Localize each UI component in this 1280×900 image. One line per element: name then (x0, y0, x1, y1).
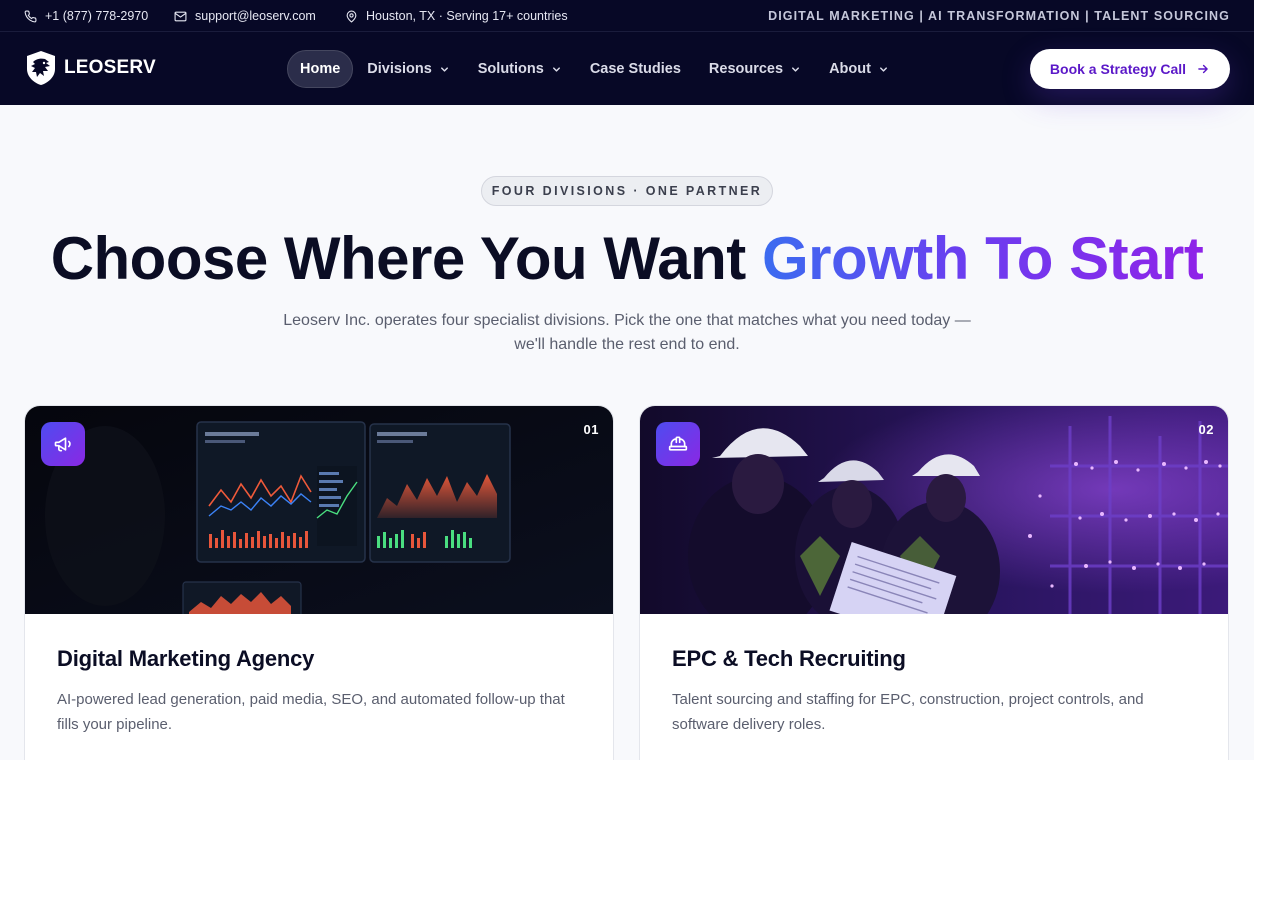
card-icon-badge (41, 422, 85, 466)
chevron-down-icon (552, 66, 560, 72)
phone-contact[interactable]: +1 (877) 778-2970 (24, 0, 148, 32)
email-contact[interactable]: support@leoserv.com (174, 0, 316, 32)
arrow-right-icon (1198, 64, 1208, 74)
nav-item-home[interactable]: Home (287, 50, 354, 88)
section-eyebrow-badge: FOUR DIVISIONS · ONE PARTNER (481, 176, 773, 206)
book-strategy-call-button[interactable]: Book a Strategy Call (1030, 49, 1230, 89)
chevron-down-icon (879, 66, 887, 72)
card-number: 02 (1198, 422, 1214, 437)
nav-item-label: Solutions (477, 61, 544, 77)
division-card-epc-tech-recruiting[interactable]: 02 EPC & Tech Recruiting Talent sourcing… (639, 405, 1229, 760)
nav-item-label: Resources (708, 61, 784, 77)
nav-item-divisions[interactable]: Divisions (353, 50, 463, 88)
card-title: EPC & Tech Recruiting (672, 646, 906, 671)
logo-text: LEOSERV (64, 57, 156, 78)
hard-hat-icon (668, 436, 688, 451)
email-address: support@leoserv.com (195, 9, 316, 23)
card-number: 01 (583, 422, 599, 437)
top-utility-bar: +1 (877) 778-2970 support@leoserv.com Ho… (0, 0, 1254, 32)
nav-item-about[interactable]: About (815, 50, 903, 88)
phone-icon (24, 10, 37, 22)
card-description: AI-powered lead generation, paid media, … (57, 691, 565, 733)
page-viewport: +1 (877) 778-2970 support@leoserv.com Ho… (0, 0, 1254, 760)
nav-item-label: Home (300, 61, 341, 77)
nav-item-label: About (829, 61, 871, 77)
chevron-down-icon (792, 66, 800, 72)
card-image-construction-engineers: 02 (640, 406, 1228, 614)
division-card-digital-marketing[interactable]: 01 Digital Marketing Agency AI-powered l… (24, 405, 614, 760)
mail-icon (174, 11, 187, 21)
section-subtitle: Leoserv Inc. operates four specialist di… (283, 312, 971, 353)
nav-item-case-studies[interactable]: Case Studies (576, 50, 695, 88)
location-info: Houston, TX · Serving 17+ countries (345, 0, 568, 32)
card-image-analytics-dashboard: 01 (25, 406, 613, 614)
topbar-tagline: DIGITAL MARKETING | AI TRANSFORMATION | … (768, 9, 1230, 23)
location-text: Houston, TX · Serving 17+ countries (366, 9, 568, 23)
brand-logo[interactable]: LEOSERV (24, 50, 156, 86)
nav-item-resources[interactable]: Resources (695, 50, 815, 88)
section-headline: Choose Where You Want Growth To Start (0, 222, 1254, 296)
nav-item-label: Case Studies (589, 61, 681, 77)
map-pin-icon (346, 10, 357, 22)
card-description: Talent sourcing and staffing for EPC, co… (672, 691, 1144, 733)
card-icon-badge (656, 422, 700, 466)
headline-plain: Choose Where You Want (50, 225, 762, 292)
megaphone-icon (54, 437, 71, 452)
card-title: Digital Marketing Agency (57, 646, 315, 671)
chevron-down-icon (440, 66, 448, 72)
nav-menu: Home Divisions Solutions Case Studies Re… (287, 50, 903, 88)
nav-item-label: Divisions (367, 61, 432, 77)
nav-item-solutions[interactable]: Solutions (464, 50, 576, 88)
phone-number: +1 (877) 778-2970 (45, 9, 149, 23)
headline-gradient: Growth To Start (761, 225, 1204, 292)
cta-label: Book a Strategy Call (1049, 61, 1187, 77)
main-navigation: LEOSERV Home Divisions Solutions Case St… (0, 32, 1254, 105)
lion-shield-logo-icon (27, 51, 55, 85)
